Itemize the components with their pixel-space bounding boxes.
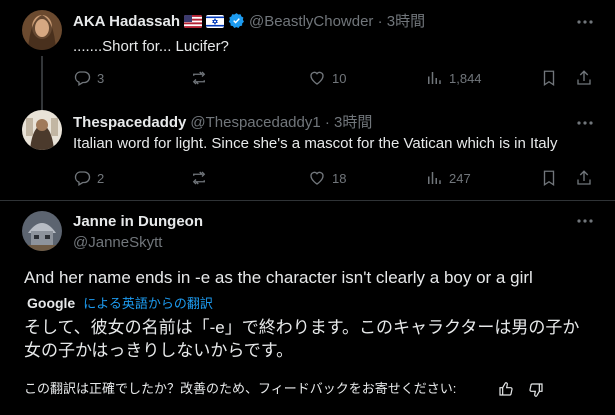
heart-icon	[310, 71, 324, 85]
more-options-icon[interactable]	[575, 211, 595, 231]
views-icon	[428, 172, 441, 184]
views-button[interactable]: 247	[425, 168, 471, 188]
reply-icon	[74, 71, 91, 86]
main-post: Janne in Dungeon @JanneSkytt And her nam…	[0, 201, 615, 415]
dot-separator: ·	[373, 13, 387, 30]
reply-button[interactable]: 2	[73, 168, 104, 188]
reply-text: Italian word for light. Since she's a ma…	[73, 135, 558, 152]
user-handle[interactable]: @Thespacedaddy1	[190, 114, 320, 131]
views-count: 247	[449, 170, 471, 186]
reply-2[interactable]: Thespacedaddy @Thespacedaddy1 · 3時間 Itali…	[0, 100, 615, 200]
verified-badge-icon	[228, 13, 244, 29]
display-name[interactable]: AKA Hadassah	[73, 13, 180, 30]
repost-icon	[192, 171, 206, 185]
translation-feedback-prompt: この翻訳は正確でしたか？改善のため、フィードバックをお寄せください:	[24, 381, 457, 396]
action-bar: 3 10 1,844	[73, 68, 603, 88]
post-text: And her name ends in -e as the character…	[24, 268, 533, 287]
thread-line	[41, 56, 43, 104]
like-button[interactable]: 18	[308, 168, 346, 188]
views-icon	[428, 72, 441, 84]
views-count: 1,844	[449, 70, 482, 86]
author-name-block: Janne in Dungeon @JanneSkytt	[73, 212, 203, 253]
bookmark-icon[interactable]	[540, 168, 558, 188]
reply-header: AKA Hadassah @BeastlyChowder · 3時間	[73, 12, 425, 32]
reply-button[interactable]: 3	[73, 68, 104, 88]
views-button[interactable]: 1,844	[425, 68, 482, 88]
more-options-icon[interactable]	[575, 113, 595, 133]
bookmark-icon[interactable]	[540, 68, 558, 88]
translation-attribution: Google による英語からの翻訳	[27, 294, 213, 313]
translated-text-line-1: そして、彼女の名前は「-e」で終わります。このキャラクターは男の子か	[24, 318, 580, 337]
action-bar: 2 18 247	[73, 168, 603, 188]
thread-line	[41, 100, 43, 110]
repost-button[interactable]	[190, 168, 208, 188]
dot-separator: ·	[320, 114, 335, 131]
thumbs-up-icon[interactable]	[498, 381, 514, 397]
google-logo: Google	[27, 295, 76, 311]
reply-1[interactable]: AKA Hadassah @BeastlyChowder · 3時間 ......…	[0, 0, 615, 104]
reply-header: Thespacedaddy @Thespacedaddy1 · 3時間	[73, 113, 372, 133]
reply-count: 3	[97, 70, 105, 86]
timestamp[interactable]: 3時間	[334, 114, 372, 131]
like-count: 10	[332, 70, 347, 86]
reply-text: .......Short for... Lucifer?	[73, 38, 229, 55]
avatar[interactable]	[22, 110, 62, 150]
share-icon[interactable]	[575, 168, 593, 188]
translation-source-link[interactable]: による英語からの翻訳	[83, 296, 213, 311]
avatar[interactable]	[22, 10, 62, 50]
user-handle[interactable]: @BeastlyChowder	[249, 13, 373, 30]
thumbs-down-icon[interactable]	[528, 382, 544, 398]
timestamp[interactable]: 3時間	[387, 13, 425, 30]
repost-icon	[192, 71, 206, 85]
heart-icon	[310, 171, 324, 185]
israel-flag-icon	[205, 15, 224, 28]
share-icon[interactable]	[575, 68, 593, 88]
like-button[interactable]: 10	[308, 68, 346, 88]
like-count: 18	[332, 170, 347, 186]
avatar[interactable]	[22, 211, 62, 251]
repost-button[interactable]	[190, 68, 208, 88]
display-name[interactable]: Thespacedaddy	[73, 114, 186, 131]
us-flag-icon	[183, 15, 202, 28]
reply-count: 2	[97, 170, 105, 186]
more-options-icon[interactable]	[575, 12, 595, 32]
translated-text-line-2: 女の子かはっきりしないからです。	[24, 341, 294, 360]
user-handle[interactable]: @JanneSkytt	[73, 233, 203, 253]
display-name[interactable]: Janne in Dungeon	[73, 212, 203, 232]
reply-icon	[74, 171, 91, 186]
